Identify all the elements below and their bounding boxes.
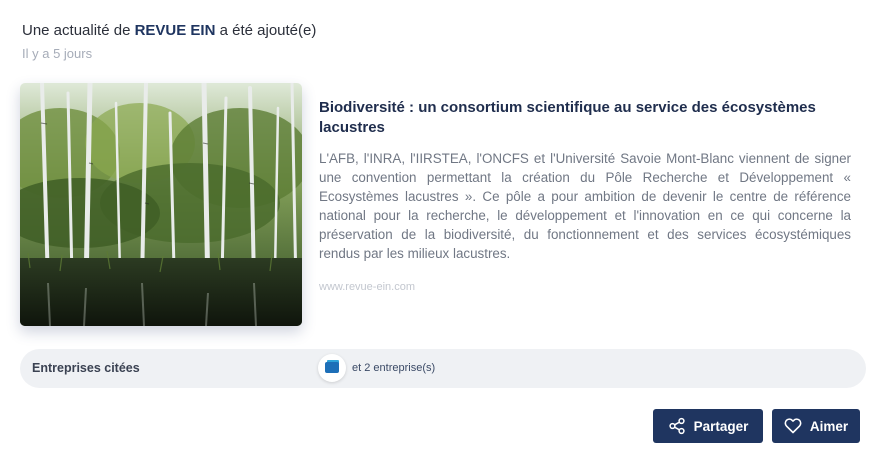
article-body: L'AFB, l'INRA, l'IIRSTEA, l'ONCFS et l'U… xyxy=(319,151,851,261)
company-logo-icon[interactable] xyxy=(318,354,346,382)
cited-companies-bar: Entreprises citées et 2 entreprise(s) xyxy=(20,349,866,388)
like-button[interactable]: Aimer xyxy=(772,409,860,443)
article-thumbnail[interactable] xyxy=(20,83,302,326)
timestamp: Il y a 5 jours xyxy=(22,46,93,61)
like-label: Aimer xyxy=(809,418,849,434)
article-source[interactable]: www.revue-ein.com xyxy=(319,281,851,293)
share-icon xyxy=(668,417,685,435)
forest-lake-photo xyxy=(20,83,302,326)
article-title[interactable]: Biodiversité : un consortium scientifiqu… xyxy=(319,98,851,138)
more-companies-link[interactable]: et 2 entreprise(s) xyxy=(352,362,435,374)
headline-suffix: a été ajouté(e) xyxy=(219,22,317,39)
headline-prefix: Une actualité de xyxy=(22,22,131,39)
cited-companies-label: Entreprises citées xyxy=(32,361,140,375)
news-card: Une actualité de REVUE EIN a été ajouté(… xyxy=(0,0,888,462)
card-header: Une actualité de REVUE EIN a été ajouté(… xyxy=(22,20,316,61)
source-brand-link[interactable]: REVUE EIN xyxy=(135,22,216,39)
share-button[interactable]: Partager xyxy=(653,409,763,443)
share-label: Partager xyxy=(693,418,749,434)
heart-icon xyxy=(784,418,802,434)
article-content: Biodiversité : un consortium scientifiqu… xyxy=(319,98,851,293)
headline: Une actualité de REVUE EIN a été ajouté(… xyxy=(22,20,316,42)
